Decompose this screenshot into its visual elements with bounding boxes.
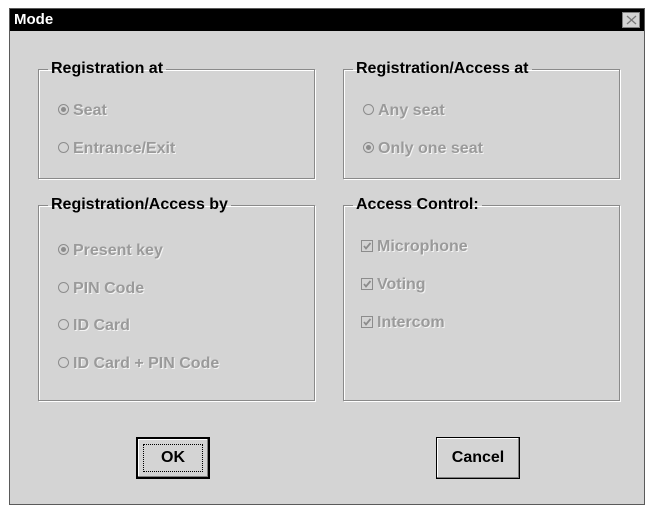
title-bar[interactable]: Mode xyxy=(10,9,644,31)
access-control-group: Access Control: xyxy=(343,195,620,401)
radio-any-seat-label: Any seat xyxy=(378,102,445,119)
access-control-label: Access Control: xyxy=(356,196,479,213)
checkbox-voting-label: Voting xyxy=(377,276,426,293)
radio-unselected-icon xyxy=(58,357,69,369)
checkbox-voting[interactable]: Voting xyxy=(361,275,426,295)
radio-unselected-icon xyxy=(58,142,69,154)
radio-pin-code[interactable]: PIN Code xyxy=(58,279,144,299)
radio-entrance-exit-label: Entrance/Exit xyxy=(73,140,176,157)
radio-id-card-label: ID Card xyxy=(73,317,130,334)
focus-rect xyxy=(143,444,203,472)
dialog-title: Mode xyxy=(14,11,54,28)
checkbox-checked-icon xyxy=(361,315,373,328)
cancel-button-label: Cancel xyxy=(451,449,505,466)
radio-only-one-seat-label: Only one seat xyxy=(378,140,483,157)
checkbox-intercom-label: Intercom xyxy=(377,314,445,331)
mode-dialog: Mode Registration at Seat Entrance/Exit … xyxy=(9,8,645,505)
checkbox-microphone-label: Microphone xyxy=(377,238,468,255)
checkbox-intercom[interactable]: Intercom xyxy=(361,313,445,333)
cancel-button[interactable]: Cancel xyxy=(436,437,520,479)
radio-entrance-exit[interactable]: Entrance/Exit xyxy=(58,139,175,159)
radio-only-one-seat[interactable]: Only one seat xyxy=(363,139,483,159)
radio-id-card-pin-code-label: ID Card + PIN Code xyxy=(73,355,220,372)
checkbox-checked-icon xyxy=(361,277,373,290)
close-button[interactable] xyxy=(622,12,640,28)
radio-present-key-label: Present key xyxy=(73,242,163,259)
registration-at-label: Registration at xyxy=(51,60,164,77)
checkbox-microphone[interactable]: Microphone xyxy=(361,237,468,257)
registration-access-at-label: Registration/Access at xyxy=(356,60,529,77)
radio-selected-icon xyxy=(58,244,69,256)
radio-any-seat[interactable]: Any seat xyxy=(363,101,445,121)
radio-unselected-icon xyxy=(363,104,374,116)
radio-selected-icon xyxy=(58,104,69,116)
radio-selected-icon xyxy=(363,142,374,154)
radio-seat-label: Seat xyxy=(73,102,107,119)
radio-unselected-icon xyxy=(58,319,69,331)
radio-unselected-icon xyxy=(58,282,69,294)
radio-id-card-pin-code[interactable]: ID Card + PIN Code xyxy=(58,354,219,374)
radio-seat[interactable]: Seat xyxy=(58,101,107,121)
registration-access-by-label: Registration/Access by xyxy=(51,196,228,213)
radio-present-key[interactable]: Present key xyxy=(58,241,163,261)
close-x-icon xyxy=(626,15,637,25)
ok-button[interactable]: OK xyxy=(136,437,210,479)
radio-pin-code-label: PIN Code xyxy=(73,280,145,297)
checkbox-checked-icon xyxy=(361,239,373,252)
radio-id-card[interactable]: ID Card xyxy=(58,316,130,336)
